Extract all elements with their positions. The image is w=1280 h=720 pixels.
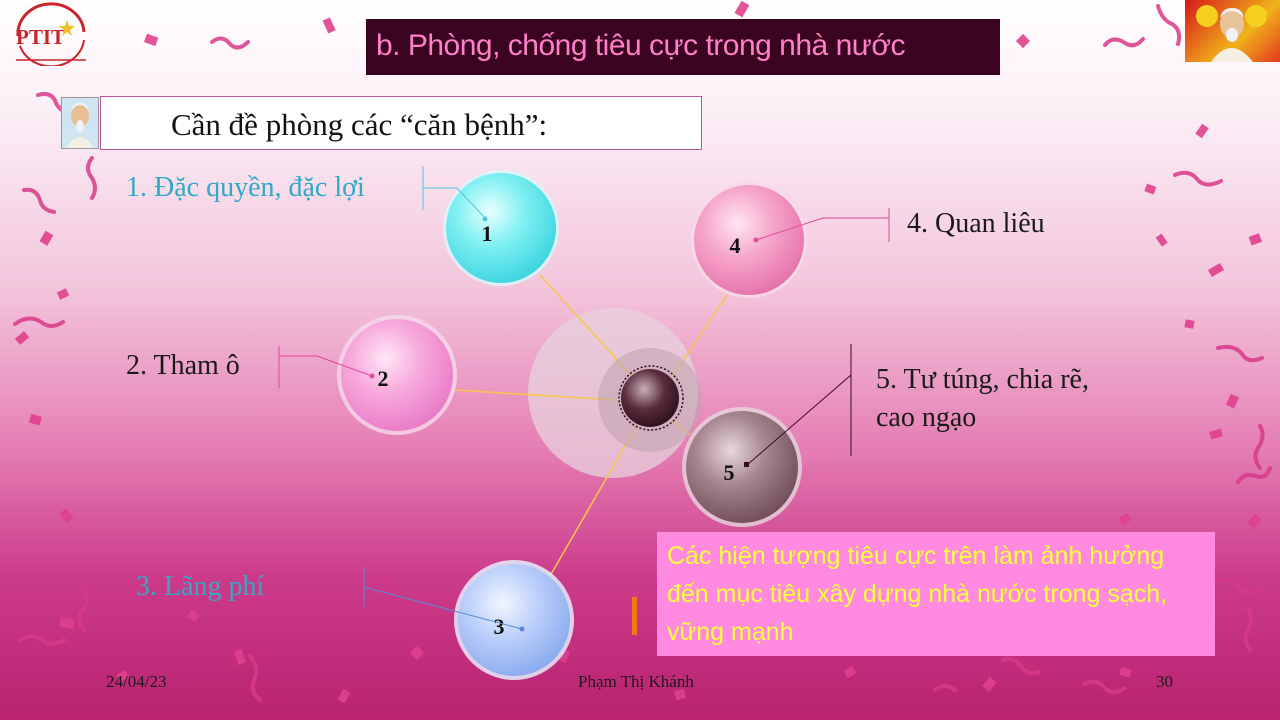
slide: PTIT b. Phòng, chống tiêu cực trong nhà … [0, 0, 1280, 720]
bubble-4 [694, 185, 804, 295]
accent-bar [632, 597, 637, 635]
footer-page-number: 30 [1156, 672, 1173, 691]
bubble-4-number: 4 [730, 233, 741, 258]
bubble-1 [446, 173, 556, 283]
bubble-2 [341, 319, 453, 431]
center-sphere [621, 369, 679, 427]
label-item-2: 2. Tham ô [126, 350, 240, 381]
footer-author: Phạm Thị Khánh [578, 672, 694, 691]
bubble-1-number: 1 [482, 221, 493, 246]
footer-date: 24/04/23 [106, 672, 167, 691]
label-item-5-line1: 5. Tư túng, chia rẽ, [876, 364, 1089, 395]
label-item-4: 4. Quan liêu [907, 208, 1045, 239]
label-item-3: 3. Lãng phí [136, 571, 265, 602]
bubble-3 [458, 564, 570, 676]
note-text: Các hiện tượng tiêu cực trên làm ảnh hưở… [667, 542, 1168, 646]
label-item-1: 1. Đặc quyền, đặc lợi [126, 172, 365, 203]
bubble-2-number: 2 [378, 366, 389, 391]
bubble-5 [686, 411, 798, 523]
note-box: Các hiện tượng tiêu cực trên làm ảnh hưở… [657, 532, 1215, 656]
bubble-3-number: 3 [494, 614, 505, 639]
bubble-5-number: 5 [724, 460, 735, 485]
label-item-5-line2: cao ngạo [876, 402, 977, 433]
